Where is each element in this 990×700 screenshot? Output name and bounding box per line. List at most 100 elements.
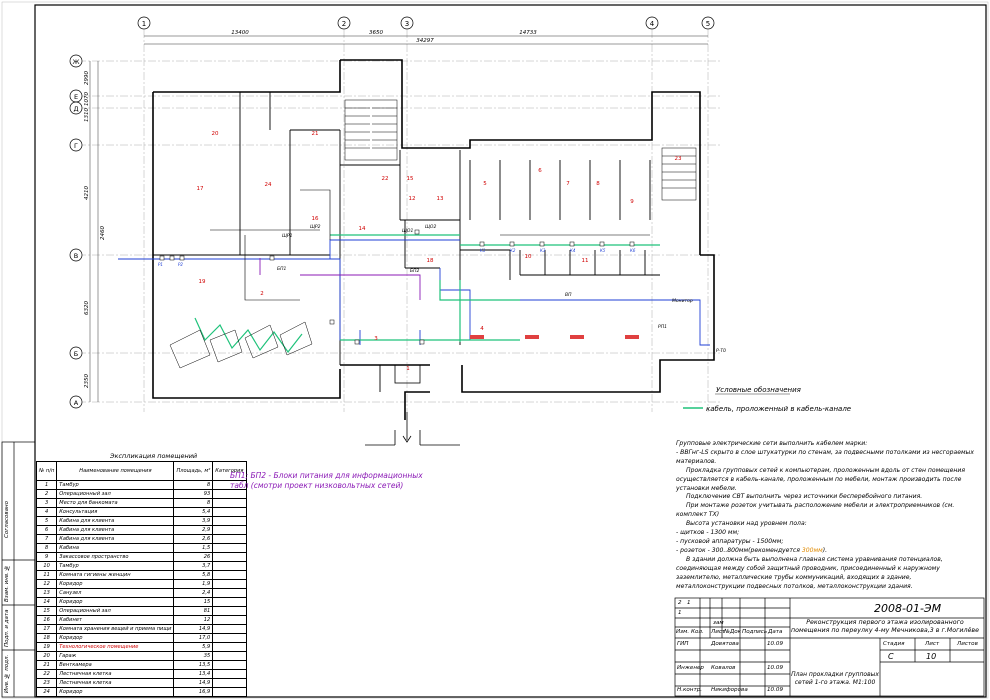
room-number: 21: [312, 131, 319, 137]
room-number: 1: [406, 366, 410, 372]
svg-text:К1: К1: [480, 248, 485, 253]
room-area-cell: 12: [173, 615, 214, 625]
axis-label-b: Б: [74, 350, 78, 358]
rev-cell: зам: [713, 620, 724, 626]
room-name-cell: Гараж: [56, 651, 175, 661]
room-category-cell: [212, 588, 247, 598]
side-label-approved: Согласовано: [4, 501, 10, 539]
dim-top-1: 13400: [231, 30, 249, 36]
room-area-cell: 8: [173, 480, 214, 490]
room-index-cell: 23: [35, 678, 58, 688]
dim-left-1: 2990: [84, 71, 90, 85]
col-area: Площадь, м²: [173, 461, 214, 481]
room-number: 19: [199, 279, 206, 285]
room-category-cell: [212, 678, 247, 688]
room-category-cell: [212, 525, 247, 535]
room-name-cell: Консультация: [56, 507, 175, 517]
room-index-cell: 5: [35, 516, 58, 526]
signer-date: 10.09: [767, 641, 784, 647]
room-area-cell: 15: [173, 597, 214, 607]
room-area-cell: 2,6: [173, 534, 214, 544]
sheet-header: Лист: [925, 641, 940, 647]
room-name-cell: Лестничная клетка: [56, 669, 175, 679]
note-line: - щитков - 1300 мм;: [676, 529, 740, 537]
panel-label-rt0: Р-Т0: [716, 348, 726, 354]
signer-role: ГИП: [677, 641, 689, 647]
room-category-cell: [212, 615, 247, 625]
room-index-cell: 10: [35, 561, 58, 571]
table-row: 19 Технологическое помещение 5,9: [35, 642, 247, 652]
room-name-cell: Коридор: [56, 687, 175, 697]
room-category-cell: [212, 543, 247, 553]
table-row: 6 Кабина для клиента 2,9: [35, 525, 247, 535]
room-name-cell: Закассовое пространство: [56, 552, 175, 562]
room-number: 20: [212, 131, 219, 137]
stage-header: Стадия: [883, 641, 905, 647]
room-name-cell: Кабина для клиента: [56, 525, 175, 535]
room-name-cell: Кабина для клиента: [56, 516, 175, 526]
signer-date: 10.09: [767, 665, 784, 671]
room-number: 15: [407, 176, 414, 182]
room-name-cell: Лестничная клетка: [56, 678, 175, 688]
axis-label-1: 1: [142, 20, 146, 28]
col-doc: №Док: [724, 629, 741, 635]
room-index-cell: 4: [35, 507, 58, 517]
room-number: 11: [582, 258, 589, 264]
room-category-cell: [212, 687, 247, 697]
panel-label-sho2: ЩО2: [425, 224, 436, 230]
room-index-cell: 1: [35, 480, 58, 490]
room-number: 2: [260, 291, 264, 297]
col-date: Дата: [768, 629, 783, 635]
room-number: 9: [630, 199, 634, 205]
note-line: - пусковой аппаратуры - 1500мм;: [676, 537, 784, 545]
axis-label-4: 4: [650, 20, 655, 28]
inner-walls: [153, 92, 660, 392]
room-category-cell: [212, 624, 247, 634]
room-area-cell: 93: [173, 489, 214, 499]
dim-left-5: 2460: [100, 226, 106, 240]
panel-label-monitor: Монитор: [672, 298, 693, 304]
table-row: 7 Кабина для клиента 2,6: [35, 534, 247, 544]
room-category-cell: [212, 651, 247, 661]
note-line: При монтаже розеток учитывать расположен…: [676, 502, 955, 519]
note-line: Высота установки над уровнем пола:: [686, 520, 807, 528]
room-number: 13: [437, 196, 444, 202]
rev-cell: 2: [678, 600, 682, 606]
panel-label-rp1: РП1: [658, 324, 667, 330]
explication-table: № п/п Наименование помещения Площадь, м²…: [35, 461, 247, 697]
room-area-cell: 26: [173, 552, 214, 562]
table-row: 21 Венткамера 13,5: [35, 660, 247, 670]
room-category-cell: [212, 606, 247, 616]
panel-label-bp1: БП1: [277, 266, 286, 272]
svg-text:К5: К5: [600, 248, 606, 253]
svg-text:К2: К2: [510, 248, 516, 253]
cable-routes-blue: [118, 239, 710, 346]
room-category-cell: [212, 642, 247, 652]
table-row: 13 Санузел 2,4: [35, 588, 247, 598]
table-row: 24 Коридор 16,9: [35, 687, 247, 697]
room-name-cell: Санузел: [56, 588, 175, 598]
room-area-cell: 1,9: [173, 579, 214, 589]
svg-text:Р2: Р2: [178, 262, 183, 267]
staircase-top: [344, 99, 398, 161]
room-name-cell: Технологическое помещение: [56, 642, 175, 652]
explication-body: 1 Тамбур 8 2 Операционный зал 93 3 Место для ба…: [35, 480, 247, 697]
axis-label-2: 2: [342, 20, 346, 28]
axis-label-5: 5: [706, 20, 710, 28]
room-area-cell: 8: [173, 498, 214, 508]
room-index-cell: 12: [35, 579, 58, 589]
room-number: 6: [538, 168, 542, 174]
note-line: Подключение СВТ выполнить через источник…: [686, 493, 923, 501]
room-index-cell: 24: [35, 687, 58, 697]
room-index-cell: 2: [35, 489, 58, 499]
room-area-cell: 13,5: [173, 660, 214, 670]
dim-left-3: 1310: [84, 108, 90, 122]
room-numbers: 20 21 17 24 16 19 14 18 22 12 1 2 3 4 5 …: [197, 131, 682, 372]
room-name-cell: Кабина: [56, 543, 175, 553]
table-row: 17 Комната хранения вещей и приема пищи 14…: [35, 624, 247, 634]
note-line: Прокладка групповых сетей к компьютерам,…: [676, 466, 966, 492]
table-row: 2 Операционный зал 93: [35, 489, 247, 499]
room-name-cell: Место для банкомата: [56, 498, 175, 508]
room-index-cell: 9: [35, 552, 58, 562]
panel-label-bp2: БП2: [410, 268, 419, 274]
